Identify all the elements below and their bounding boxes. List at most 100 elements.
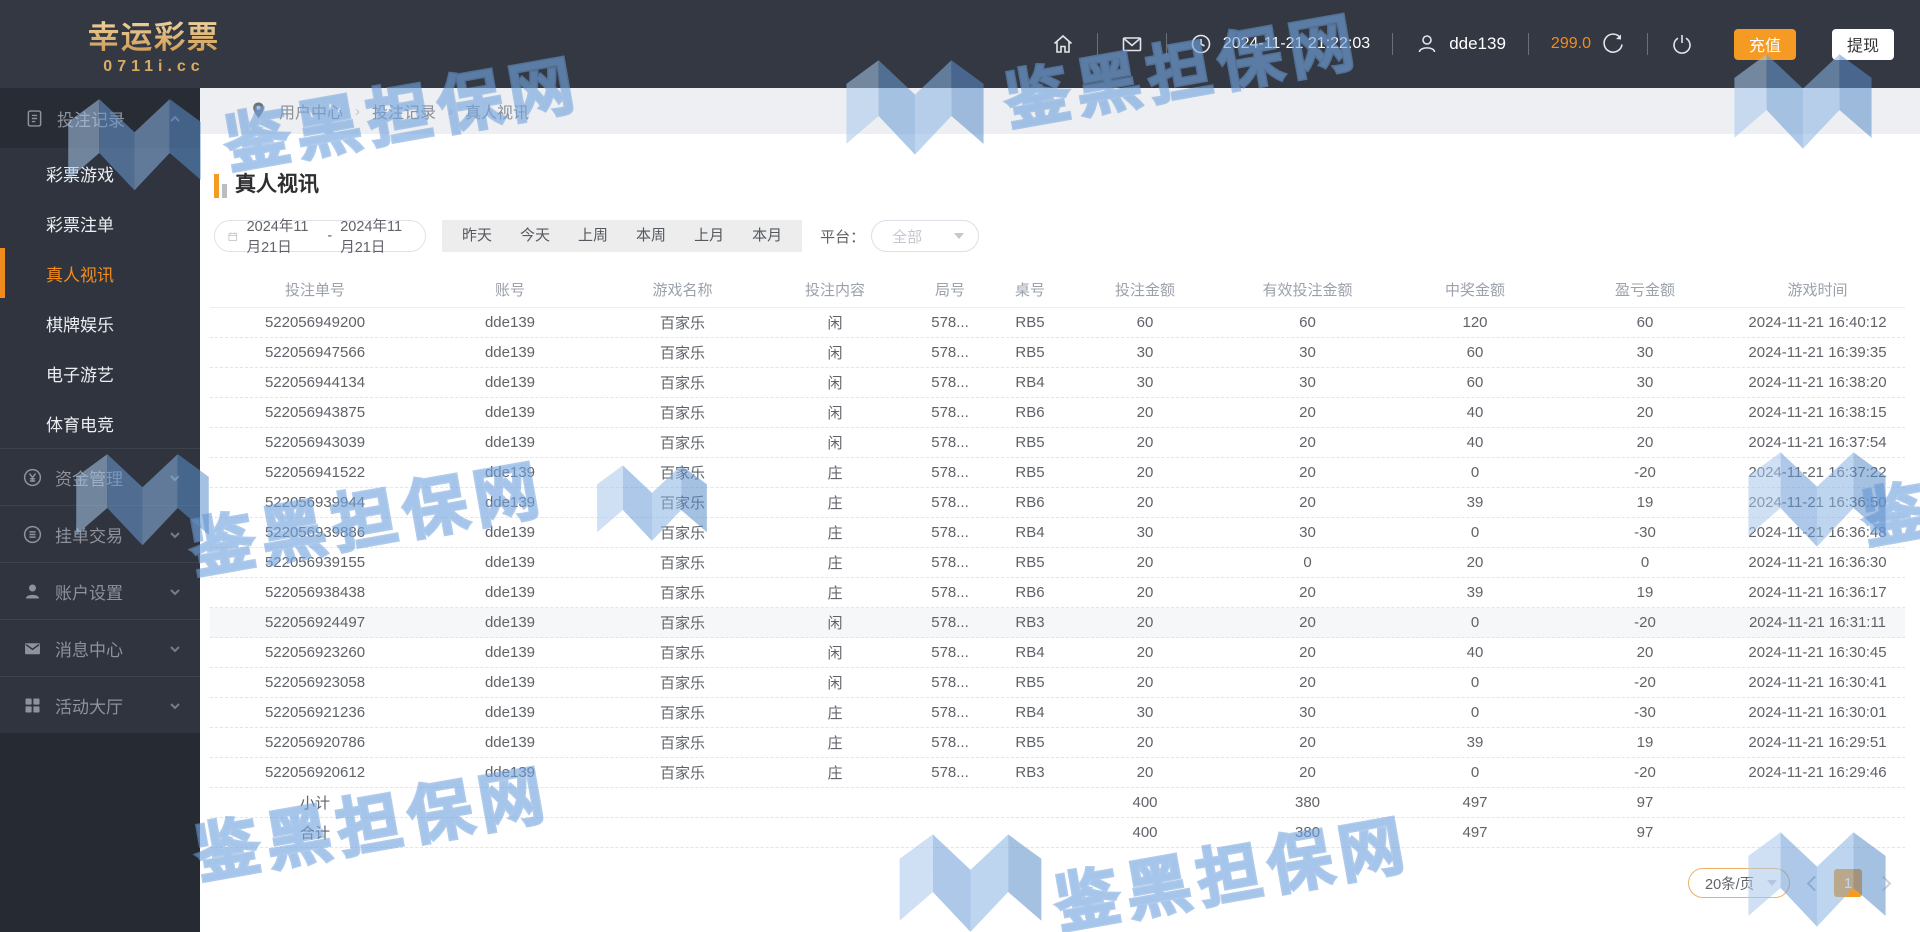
current-datetime: 2024-11-21 21:22:03 <box>1222 35 1371 52</box>
breadcrumb-betting-records[interactable]: 投注记录 <box>372 99 436 123</box>
table-cell: 20 <box>1136 614 1154 631</box>
table-cell: 522056941522 <box>264 464 366 481</box>
table-cell: 19 <box>1636 734 1654 751</box>
date-range-input[interactable]: 2024年11月21日 - 2024年11月21日 <box>214 219 426 256</box>
account-icon <box>22 581 43 602</box>
table-cell: 522056939155 <box>264 554 366 571</box>
table-cell: RB5 <box>1015 554 1045 571</box>
table-row: 522056921236 dde139 百家乐 庄 578... RB4 30 30 0 -30 2… <box>210 698 1905 728</box>
column-header: 中奖金额 <box>1444 282 1505 299</box>
refresh-icon[interactable] <box>1601 32 1625 56</box>
prev-page-button[interactable] <box>1806 877 1818 889</box>
column-header: 有效投注金额 <box>1262 282 1353 299</box>
table-cell: 2024-11-21 16:37:54 <box>1748 434 1887 451</box>
table-cell: 百家乐 <box>659 345 705 362</box>
sidebar-item-betting-records[interactable]: 投注记录 <box>0 88 200 148</box>
platform-value: 全部 <box>892 228 923 246</box>
column-header: 盈亏金额 <box>1614 282 1675 299</box>
page-size-select[interactable]: 20条/页 <box>1688 868 1790 898</box>
calendar-icon <box>227 228 239 245</box>
breadcrumb-separator: › <box>448 102 454 120</box>
table-row: 522056923260 dde139 百家乐闲 578... RB4 20 20 40 20 2… <box>210 638 1905 668</box>
table-cell: 522056921236 <box>264 704 366 721</box>
table-cell: RB5 <box>1015 434 1045 451</box>
chevron-down-icon <box>168 470 182 484</box>
table-cell: 97 <box>1636 794 1654 811</box>
sidebar-item-sports-esports[interactable]: 体育电竞 <box>0 398 200 448</box>
table-cell: RB6 <box>1015 404 1045 421</box>
table-cell: 20 <box>1136 554 1154 571</box>
site-logo[interactable]: 幸运彩票 0711i.cc <box>18 12 220 76</box>
column-header: 投注金额 <box>1114 282 1175 299</box>
table-cell: dde139 <box>484 734 536 751</box>
table-cell: 522056943875 <box>264 404 366 421</box>
sidebar-item-message-center[interactable]: 消息中心 <box>0 619 200 676</box>
sidebar-item-label: 投注记录 <box>57 110 125 130</box>
column-header: 投注内容 <box>804 282 865 299</box>
table-header-row: 投注单号 账号 游戏名称 投注内容 局号 桌号 投注金额 有效投注金额 中奖金额 盈亏金额 游戏时间 <box>210 272 1905 308</box>
table-cell: 522056939886 <box>264 524 366 541</box>
sidebar-item-account-settings[interactable]: 账户设置 <box>0 562 200 619</box>
recharge-button[interactable]: 充值 <box>1733 28 1796 60</box>
table-row: 522056938438 dde139 百家乐 庄 578... RB6 20 20 39 19 2… <box>210 578 1905 608</box>
record-icon <box>24 108 45 129</box>
table-cell: 20 <box>1299 464 1316 481</box>
table-cell: 522056920786 <box>264 734 366 751</box>
table-cell: 60 <box>1466 374 1484 391</box>
table-cell: 30 <box>1299 344 1316 361</box>
table-cell: 百家乐 <box>659 735 705 752</box>
table-cell: RB4 <box>1015 704 1045 721</box>
table-cell: dde139 <box>484 494 536 511</box>
sidebar-item-lottery-games[interactable]: 彩票游戏 <box>0 148 200 198</box>
table-row: 522056941522 dde139 百家乐 庄 578... RB5 20 20 0 -20 2… <box>210 458 1905 488</box>
column-header: 游戏时间 <box>1787 282 1848 299</box>
table-cell: 30 <box>1136 524 1154 541</box>
next-page-button[interactable] <box>1878 877 1890 889</box>
table-cell: 20 <box>1136 584 1154 601</box>
table-cell: 120 <box>1462 314 1488 331</box>
column-header: 局号 <box>934 282 965 299</box>
table-row: 522056920786 dde139 百家乐 庄 578... RB5 20 20 39 19 2… <box>210 728 1905 758</box>
withdraw-button[interactable]: 提现 <box>1831 28 1894 60</box>
sidebar-item-activity-hall[interactable]: 活动大厅 <box>0 676 200 733</box>
table-cell: -20 <box>1634 764 1656 781</box>
quick-range-yesterday[interactable]: 昨天 <box>448 220 506 252</box>
sidebar-item-live-video[interactable]: 真人视讯 <box>0 248 200 298</box>
mail-icon[interactable] <box>1120 32 1144 56</box>
sidebar-item-board-games[interactable]: 棋牌娱乐 <box>0 298 200 348</box>
table-cell: 百家乐 <box>659 705 705 722</box>
table-cell: 578... <box>931 674 969 691</box>
quick-range-last-week[interactable]: 上周 <box>564 220 622 252</box>
table-cell: 578... <box>931 344 969 361</box>
table-cell: 497 <box>1462 824 1488 841</box>
table-cell: 20 <box>1299 734 1316 751</box>
clover-icon <box>18 14 78 74</box>
sidebar-item-lottery-orders[interactable]: 彩票注单 <box>0 198 200 248</box>
quick-range-today[interactable]: 今天 <box>506 220 564 252</box>
table-cell: dde139 <box>484 644 536 661</box>
power-icon[interactable] <box>1670 32 1694 56</box>
sidebar-item-electronic-games[interactable]: 电子游艺 <box>0 348 200 398</box>
table-cell: 578... <box>931 524 969 541</box>
quick-range-this-month[interactable]: 本月 <box>738 220 796 252</box>
page-number-button[interactable]: 1 <box>1834 869 1862 897</box>
sidebar-item-funds-management[interactable]: 资金管理 <box>0 448 200 505</box>
table-body: 522056949200 dde139 百家乐闲 578... RB5 60 60 120 60… <box>210 308 1905 848</box>
quick-range-this-week[interactable]: 本周 <box>622 220 680 252</box>
title-bars-icon <box>214 174 227 198</box>
table-cell: 2024-11-21 16:40:12 <box>1748 314 1887 331</box>
home-icon[interactable] <box>1051 32 1075 56</box>
sidebar-item-pending-orders[interactable]: 挂单交易 <box>0 505 200 562</box>
table-cell: 2024-11-21 16:31:11 <box>1748 614 1887 631</box>
table-cell: 0 <box>1470 674 1480 691</box>
table-cell: 闲 <box>827 615 843 632</box>
platform-select[interactable]: 全部 <box>871 220 980 252</box>
pending-order-icon <box>22 524 43 545</box>
table-row: 522056939886 dde139 百家乐 庄 578... RB4 30 30 0 -30 2… <box>210 518 1905 548</box>
table-cell: RB6 <box>1015 494 1045 511</box>
breadcrumb-user-center[interactable]: 用户中心 <box>279 99 343 123</box>
table-cell: 497 <box>1462 794 1488 811</box>
table-cell: 闲 <box>827 435 843 452</box>
quick-range-last-month[interactable]: 上月 <box>680 220 738 252</box>
table-cell: 0 <box>1640 554 1650 571</box>
